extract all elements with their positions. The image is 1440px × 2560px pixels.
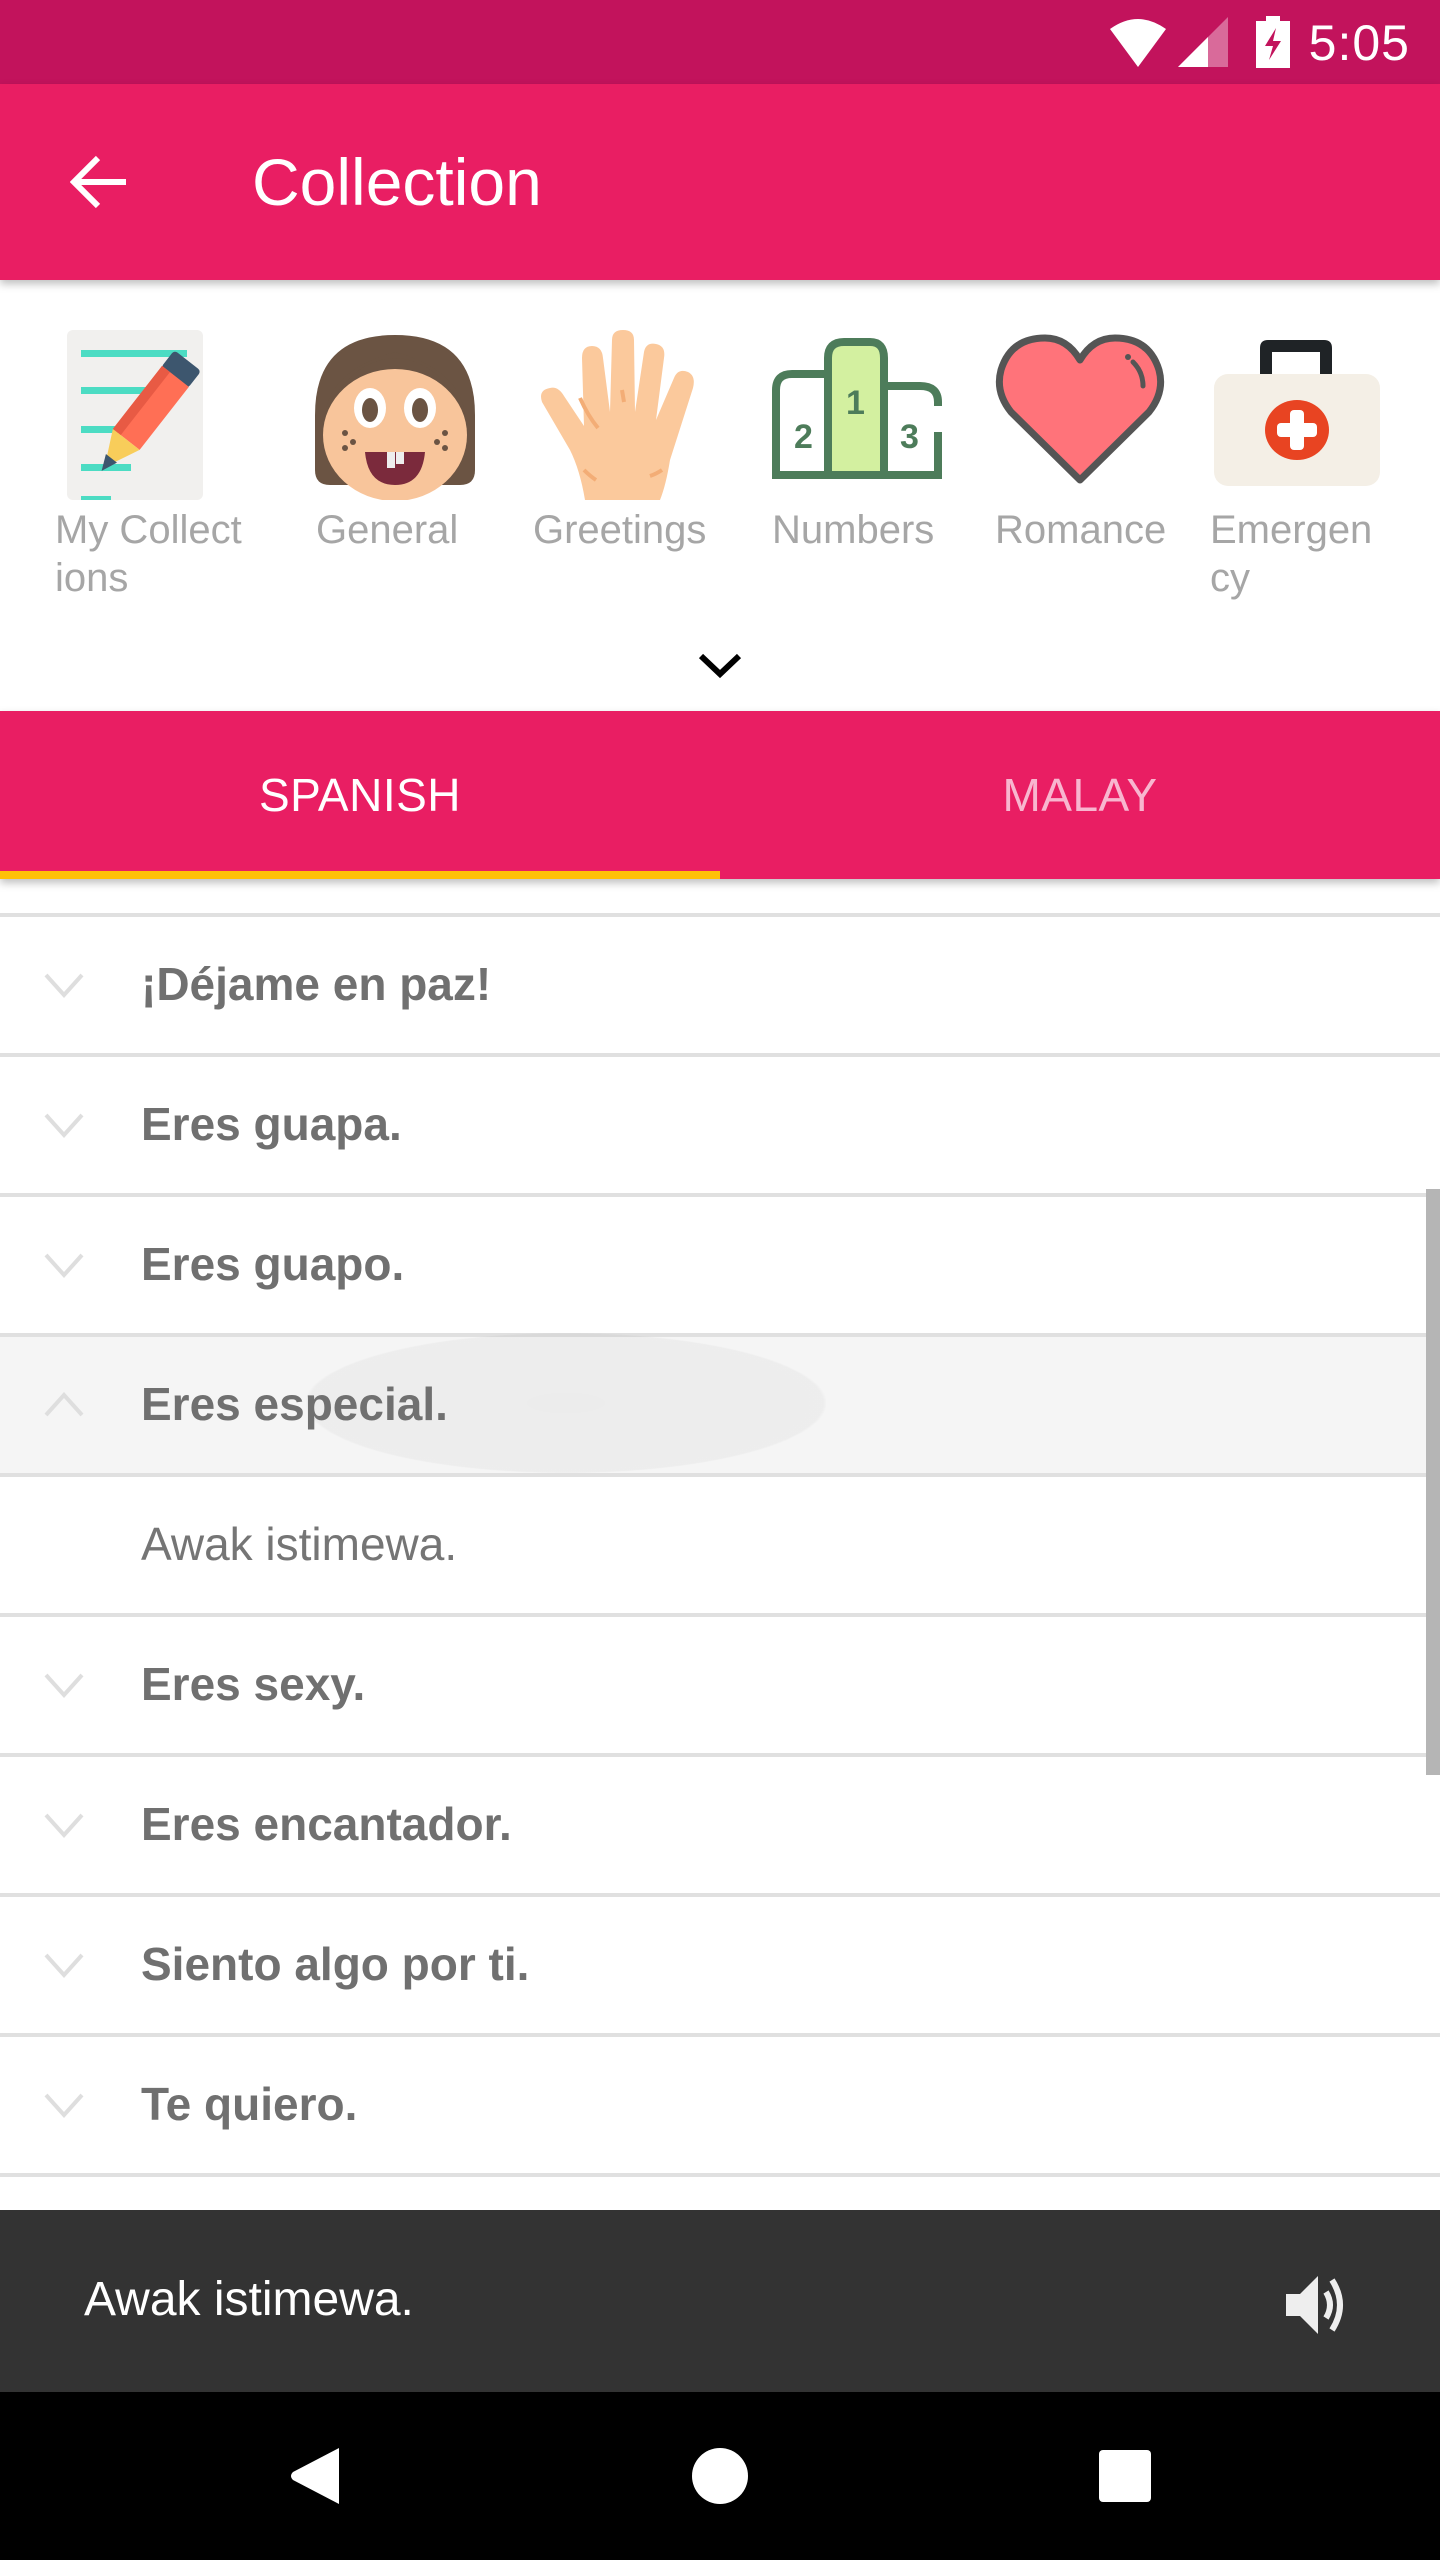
- svg-text:3: 3: [900, 418, 919, 456]
- status-time: 5:05: [1308, 15, 1410, 71]
- audio-player-bar: Awak istimewa.: [0, 2210, 1440, 2392]
- tab-spanish[interactable]: SPANISH: [0, 711, 720, 879]
- category-label: Numbers: [772, 508, 935, 552]
- tab-indicator: [0, 871, 720, 879]
- chevron-down-icon: [44, 973, 84, 998]
- language-tabs: SPANISH MALAY: [0, 711, 1440, 879]
- tab-malay[interactable]: MALAY: [720, 711, 1440, 879]
- category-emergency[interactable]: Emergen cy: [1210, 330, 1380, 600]
- svg-text:1: 1: [846, 384, 865, 422]
- player-text: Awak istimewa.: [84, 2273, 414, 2326]
- phrase-text: Eres guapo.: [141, 1238, 405, 1290]
- page-title: Collection: [252, 145, 542, 219]
- system-navigation-bar: [0, 2392, 1440, 2560]
- waving-hand-icon: [541, 330, 694, 500]
- arrow-back-icon: [70, 155, 126, 209]
- speaker-icon: [1286, 2276, 1343, 2334]
- chevron-down-icon: [44, 1253, 84, 1278]
- chevron-down-icon: [44, 2093, 84, 2118]
- phrase-text: Eres guapa.: [141, 1098, 402, 1150]
- phrase-row[interactable]: Eres sexy.: [0, 1613, 1440, 1753]
- category-my-collections[interactable]: My Collect ions: [55, 330, 242, 600]
- first-aid-kit-icon: [1214, 340, 1380, 486]
- category-greetings[interactable]: Greetings: [533, 330, 710, 552]
- category-romance[interactable]: Romance: [995, 330, 1166, 552]
- chevron-down-icon: [44, 1113, 84, 1138]
- phrase-text: Siento algo por ti.: [141, 1938, 530, 1990]
- nav-recents-button[interactable]: [1085, 2436, 1165, 2516]
- phrase-row[interactable]: Eres guapo.: [0, 1193, 1440, 1333]
- phrase-text: Eres especial.: [141, 1378, 448, 1430]
- category-label: Greetings: [533, 508, 707, 552]
- category-general[interactable]: General: [310, 330, 480, 552]
- phrase-row[interactable]: Siento algo por ti.: [0, 1893, 1440, 2033]
- podium-icon: 2 1 3: [772, 338, 942, 479]
- recents-square-icon: [1099, 2450, 1151, 2502]
- phrase-row[interactable]: Eres guapa.: [0, 1053, 1440, 1193]
- back-triangle-icon: [291, 2448, 339, 2504]
- app-toolbar: Collection: [0, 84, 1440, 280]
- phrase-text: Eres sexy.: [141, 1658, 366, 1710]
- translation-row[interactable]: Awak istimewa.: [0, 1473, 1440, 1613]
- heart-icon: [995, 334, 1165, 484]
- chevron-down-icon: [44, 1953, 84, 1978]
- phrase-row-expanded[interactable]: Eres especial.: [0, 1333, 1440, 1473]
- wifi-icon: [1110, 19, 1166, 67]
- list-scrollbar[interactable]: [1426, 1189, 1440, 1775]
- chevron-down-icon: [44, 1673, 84, 1698]
- phrase-row[interactable]: Eres encantador.: [0, 1753, 1440, 1893]
- phrase-row[interactable]: Te quiero.: [0, 2033, 1440, 2173]
- category-label: Romance: [995, 508, 1167, 552]
- category-panel: My Collect ions General Greetings 2 1 3 …: [0, 280, 1440, 711]
- home-circle-icon: [692, 2448, 748, 2504]
- girl-face-icon: [315, 335, 475, 500]
- translation-text: Awak istimewa.: [141, 1518, 458, 1570]
- chevron-down-icon: [698, 653, 742, 679]
- notepad-pencil-icon: [67, 330, 203, 500]
- phrase-text: Te quiero.: [141, 2078, 358, 2130]
- status-bar: 5:05: [0, 0, 1440, 84]
- chevron-up-icon: [44, 1392, 84, 1417]
- category-label: My Collect ions: [55, 508, 242, 600]
- category-numbers[interactable]: 2 1 3 Numbers: [772, 330, 942, 552]
- signal-icon: [1178, 17, 1228, 67]
- category-label: Emergen cy: [1210, 508, 1373, 600]
- phrase-list: ¡Déjame en paz! Eres guapa. Eres guapo. …: [0, 913, 1440, 2210]
- battery-charging-icon: [1256, 16, 1290, 68]
- phrase-row-partial[interactable]: [0, 2173, 1440, 2210]
- play-audio-button[interactable]: [1270, 2260, 1360, 2350]
- svg-text:2: 2: [794, 418, 813, 456]
- phrase-text: Eres encantador.: [141, 1798, 512, 1850]
- nav-back-button[interactable]: [275, 2436, 355, 2516]
- chevron-down-icon: [44, 1813, 84, 1838]
- nav-home-button[interactable]: [680, 2436, 760, 2516]
- phrase-row[interactable]: ¡Déjame en paz!: [0, 913, 1440, 1053]
- expand-categories-button[interactable]: [690, 640, 750, 690]
- phrase-text: ¡Déjame en paz!: [141, 958, 492, 1010]
- category-label: General: [316, 508, 459, 552]
- back-button[interactable]: [50, 132, 150, 232]
